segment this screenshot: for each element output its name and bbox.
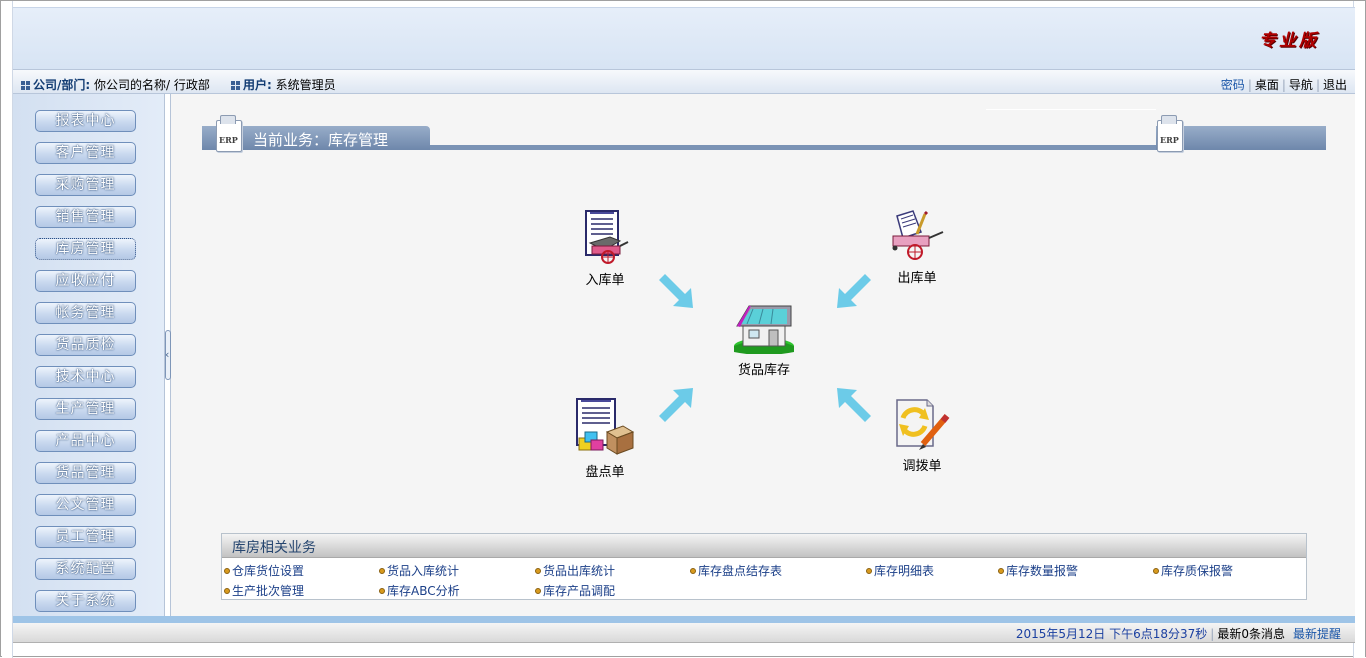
- bullet-icon: [866, 568, 872, 574]
- user-label: 用户:: [243, 78, 272, 92]
- grid-icon: [21, 81, 30, 90]
- status-info: 2015年5月12日 下午6点18分37秒 | 最新0条消息 最新提醒: [1015, 627, 1341, 641]
- goods-inventory[interactable]: 货品库存: [731, 300, 797, 378]
- user-value: 系统管理员: [275, 78, 336, 92]
- link-location-setup[interactable]: 仓库货位设置: [224, 562, 304, 579]
- warehouse-house-icon: [734, 305, 794, 355]
- arrow-up-right-icon: [659, 388, 693, 422]
- left-border: [2, 1, 13, 658]
- logout-link[interactable]: 退出: [1323, 78, 1347, 92]
- page-title-bar: 当前业务：库存管理 ERP ERP: [202, 115, 1326, 152]
- sidebar-item-staff[interactable]: 员工管理: [35, 526, 136, 548]
- sidebar-item-quality[interactable]: 货品质检: [35, 334, 136, 356]
- transfer-order[interactable]: 调拨单: [891, 396, 953, 474]
- related-panel-header: 库房相关业务: [222, 534, 1306, 558]
- link-stock-out-stats[interactable]: 货品出库统计: [535, 562, 615, 579]
- chevron-left-icon: ‹: [165, 348, 170, 361]
- link-quantity-alert[interactable]: 库存数量报警: [998, 562, 1078, 579]
- sidebar-item-sales[interactable]: 销售管理: [35, 206, 136, 228]
- status-bar: 2015年5月12日 下午6点18分37秒 | 最新0条消息 最新提醒: [13, 616, 1355, 643]
- bullet-icon: [379, 568, 385, 574]
- erp-document-icon: ERP: [216, 115, 242, 152]
- sidebar-item-tech[interactable]: 技术中心: [35, 366, 136, 388]
- erp-document-icon: ERP: [1157, 115, 1183, 152]
- link-stocktake-balance[interactable]: 库存盘点结存表: [690, 562, 782, 579]
- link-abc-analysis[interactable]: 库存ABC分析: [379, 582, 460, 599]
- bullet-icon: [535, 588, 541, 594]
- stocktake-label: 盘点单: [585, 465, 625, 480]
- arrow-up-left-icon: [837, 388, 871, 422]
- sidebar-item-documents[interactable]: 公文管理: [35, 494, 136, 516]
- divider: [986, 109, 1156, 110]
- bullet-icon: [998, 568, 1004, 574]
- arrow-down-right-icon: [659, 274, 693, 308]
- stock-out-icon: [892, 210, 944, 260]
- edition-logo: 专业版: [1259, 31, 1319, 51]
- bullet-icon: [224, 568, 230, 574]
- related-panel-title: 库房相关业务: [232, 540, 316, 556]
- transfer-icon: [896, 399, 950, 450]
- sidebar-item-about[interactable]: 关于系统: [35, 590, 136, 612]
- sidebar-item-production[interactable]: 生产管理: [35, 398, 136, 420]
- arrow-down-left-icon: [837, 274, 871, 308]
- stock-in-label: 入库单: [585, 273, 625, 288]
- link-warranty-alert[interactable]: 库存质保报警: [1153, 562, 1233, 579]
- app-window: 专业版 公司/部门: 你公司的名称/ 行政部 用户: 系统管理员 密码 | 桌面 | 导…: [0, 0, 1366, 658]
- sidebar: 报表中心 客户管理 采购管理 销售管理 库房管理 应收应付 帐务管理 货品质检 …: [13, 94, 164, 616]
- company-label: 公司/部门:: [33, 78, 91, 92]
- link-stock-detail[interactable]: 库存明细表: [866, 562, 934, 579]
- message-count[interactable]: 最新0条消息: [1217, 627, 1285, 641]
- bullet-icon: [379, 588, 385, 594]
- bullet-icon: [690, 568, 696, 574]
- header-banner: 专业版: [13, 7, 1355, 69]
- sidebar-item-receivables[interactable]: 应收应付: [35, 270, 136, 292]
- main-content: 当前业务：库存管理 ERP ERP 入库单 出库单 货品库存 盘点单 调拨单 库…: [171, 94, 1355, 616]
- bullet-icon: [535, 568, 541, 574]
- sidebar-item-warehouse[interactable]: 库房管理: [35, 238, 136, 260]
- link-batch-management[interactable]: 生产批次管理: [224, 582, 304, 599]
- transfer-label: 调拨单: [902, 459, 942, 474]
- page-title: 当前业务：库存管理: [253, 131, 389, 149]
- bullet-icon: [1153, 568, 1159, 574]
- sidebar-item-reports[interactable]: 报表中心: [35, 110, 136, 132]
- stock-in-order[interactable]: 入库单: [575, 210, 635, 288]
- top-links: 密码 | 桌面 | 导航 | 退出: [1220, 78, 1347, 92]
- current-datetime: 2015年5月12日 下午6点18分37秒: [1015, 627, 1208, 641]
- user-info: 用户: 系统管理员: [231, 76, 336, 93]
- company-value: 你公司的名称/ 行政部: [94, 78, 210, 92]
- link-product-allocation[interactable]: 库存产品调配: [535, 582, 615, 599]
- company-info: 公司/部门: 你公司的名称/ 行政部: [21, 76, 210, 93]
- sidebar-item-products[interactable]: 产品中心: [35, 430, 136, 452]
- sidebar-splitter[interactable]: ‹: [164, 94, 171, 616]
- desktop-link[interactable]: 桌面: [1255, 78, 1279, 92]
- latest-reminder-link[interactable]: 最新提醒: [1293, 627, 1341, 641]
- stock-out-label: 出库单: [897, 271, 937, 286]
- sidebar-item-settings[interactable]: 系统配置: [35, 558, 136, 580]
- info-bar: 公司/部门: 你公司的名称/ 行政部 用户: 系统管理员 密码 | 桌面 | 导航 | 退出: [13, 69, 1355, 94]
- inventory-label: 货品库存: [737, 363, 790, 378]
- stocktake-icon: [576, 398, 635, 455]
- related-business-panel: 库房相关业务 仓库货位设置 货品入库统计 货品出库统计 库存盘点结存表 库存明细…: [221, 533, 1307, 600]
- stock-out-order[interactable]: 出库单: [887, 210, 947, 286]
- stocktake-order[interactable]: 盘点单: [575, 398, 635, 480]
- sidebar-item-customers[interactable]: 客户管理: [35, 142, 136, 164]
- grid-icon: [231, 81, 240, 90]
- password-link[interactable]: 密码: [1221, 78, 1245, 92]
- related-links: 仓库货位设置 货品入库统计 货品出库统计 库存盘点结存表 库存明细表 库存数量报…: [222, 560, 1306, 600]
- sidebar-item-accounts[interactable]: 帐务管理: [35, 302, 136, 324]
- navigation-link[interactable]: 导航: [1289, 78, 1313, 92]
- sidebar-item-goods[interactable]: 货品管理: [35, 462, 136, 484]
- stock-in-icon: [585, 210, 629, 264]
- sidebar-item-purchasing[interactable]: 采购管理: [35, 174, 136, 196]
- bullet-icon: [224, 588, 230, 594]
- link-stock-in-stats[interactable]: 货品入库统计: [379, 562, 459, 579]
